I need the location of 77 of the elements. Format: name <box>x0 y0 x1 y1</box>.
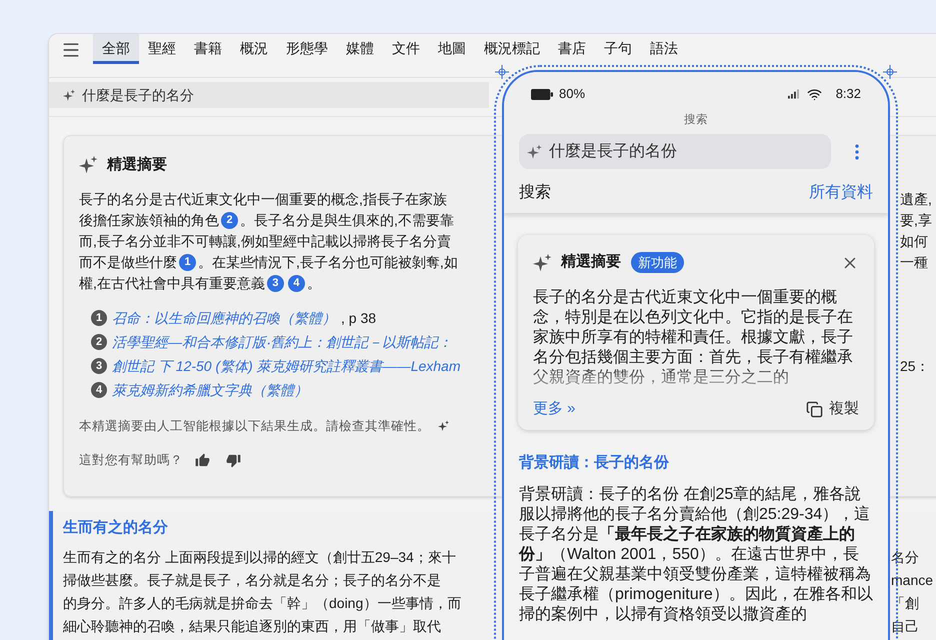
sparkle-icon <box>533 252 553 272</box>
summary-text: 而,長子名分並非不可轉讓,例如聖經中記載以掃將長子名分賣 <box>79 232 451 250</box>
citation-badge[interactable]: 3 <box>266 274 284 292</box>
screen-title: 搜索 <box>683 112 709 128</box>
new-feature-badge: 新功能 <box>631 252 684 274</box>
search-text: 什麼是長子的名份 <box>549 142 677 162</box>
summary-text: 權,在古代社會中具有重要意義 <box>79 274 265 292</box>
section-text: 細心聆聽神的召喚，結果只能追逐別的東西，用「做事」取代 <box>63 616 442 636</box>
scope-label: 搜索 <box>519 182 551 204</box>
reference-number: 4 <box>91 382 107 398</box>
tab[interactable]: 語法 <box>641 34 687 64</box>
thumbs-up-icon[interactable] <box>195 453 210 468</box>
sparkle-icon <box>527 144 543 160</box>
wifi-icon <box>806 86 822 102</box>
section-text: mance <box>891 570 934 590</box>
reference-link[interactable]: 活學聖經—和合本修訂版‧舊約上：創世記－以斯帖記： <box>112 332 452 352</box>
section-text: 生而有之的名分 上面兩段提到以掃的經文（創廿五29–34；來十 <box>63 548 457 566</box>
query-text: 什麼是長子的名分 <box>82 86 194 104</box>
summary-text: 長子的名分是古代近東文化中一個重要的概念,指長子在家族 <box>79 190 447 208</box>
summary-title: 精選摘要 <box>561 252 621 272</box>
tab[interactable]: 全部 <box>93 34 139 64</box>
clock-time: 8:32 <box>836 85 861 104</box>
crosshair-icon <box>883 65 897 79</box>
summary-text: 而不是做些什麼 <box>79 252 177 272</box>
page-reference: , p 38 <box>341 308 376 328</box>
crosshair-icon <box>495 65 509 79</box>
signal-icon <box>788 89 799 99</box>
tab[interactable]: 概況 <box>231 34 277 64</box>
citation-badge[interactable]: 1 <box>179 254 196 270</box>
tab[interactable]: 文件 <box>383 34 429 64</box>
reference-number: 1 <box>91 310 107 326</box>
query-bar[interactable]: 什麼是長子的名分 <box>49 82 489 108</box>
tab[interactable]: 書店 <box>549 34 595 64</box>
section-text: 掃做些甚麼。長子就是長子，名分就是名分；長子的名分不是 <box>63 570 442 590</box>
tab[interactable]: 形態學 <box>277 34 337 64</box>
thumbs-down-icon[interactable] <box>226 453 241 468</box>
tab[interactable]: 概況標記 <box>475 34 549 64</box>
sparkle-icon <box>63 88 76 102</box>
summary-text: 後擔任家族領袖的角色 <box>79 210 219 230</box>
scope-selector[interactable]: 所有資料 <box>809 181 873 206</box>
summary-text: 如何 <box>900 232 928 250</box>
summary-text: 。在某些情況下,長子名分也可能被剝奪,如 <box>198 252 458 272</box>
summary-text: 長子的名分是古代近東文化中一個重要的概念，特別是在以色列文化中。它指的是長子在家族中所享有的特權和責任。根據文獻，長子名分包括幾個主要方面：首先，長子有權繼承父親資產的雙份，通常是三分之二的 <box>533 288 854 388</box>
battery-percent: 80% <box>559 85 586 104</box>
section-text: 的身分。許多人的毛病就是拚命去「幹」（doing）一些事情，而 <box>63 594 462 613</box>
article-title[interactable]: 背景研讀：長子的名份 <box>519 452 873 475</box>
battery-icon <box>531 88 553 100</box>
reference-link[interactable]: 萊克姆新約希臘文字典（繁體） <box>112 380 308 400</box>
feedback-prompt: 這對您有幫助嗎？ <box>79 452 183 470</box>
tab[interactable]: 書籍 <box>185 34 231 64</box>
section-title[interactable]: 生而有之的名分 <box>63 517 168 540</box>
summary-text: 要,享 <box>900 210 932 230</box>
tab[interactable]: 地圖 <box>429 34 475 64</box>
more-link[interactable]: 更多 » <box>533 398 576 420</box>
summary-text: 遺產, <box>900 190 932 208</box>
summary-text: 一種 <box>900 252 928 272</box>
tab[interactable]: 子句 <box>595 34 641 64</box>
summary-title: 精選摘要 <box>107 155 167 175</box>
search-field[interactable]: 什麼是長子的名份 <box>519 134 831 170</box>
reference-link[interactable]: 創世記 下 12-50 (繁体) 萊克姆研究註釋叢書——Lexham <box>112 356 460 376</box>
reference-number: 3 <box>91 358 107 374</box>
tab[interactable]: 媒體 <box>337 34 383 64</box>
summary-text: 。 <box>306 274 321 292</box>
tab[interactable]: 聖經 <box>139 34 185 64</box>
reference-text: 25： <box>900 356 930 376</box>
copy-icon <box>806 400 823 418</box>
disclaimer-text: 本精選摘要由人工智能根據以下結果生成。請檢查其準確性。 <box>79 418 430 434</box>
reference-number: 2 <box>91 334 107 350</box>
citation-badge[interactable]: 2 <box>221 212 238 228</box>
reference-link[interactable]: 召命：以生命回應神的召喚（繁體） <box>112 308 336 328</box>
summary-text: 。長子名分是與生俱來的,不需要靠 <box>240 210 454 230</box>
copy-button[interactable]: 複製 <box>806 398 859 420</box>
section-text: 「創 <box>891 594 919 612</box>
sparkle-icon <box>438 420 450 432</box>
citation-badge[interactable]: 4 <box>288 274 305 292</box>
sparkle-icon <box>79 155 99 176</box>
article-text: 背景研讀：長子的名份 在創25章的結尾，雅各說服以掃將他的長子名分賣給他（創25:29-34），這長子名分是「最年長之子在家族的物質資產上的份」（Walton 2001，550）。在遠古世界中，長子普遍在父親基業中領受雙份產業，這特權被稱為長子繼承權（primogeniture）。因此，在雅各和以掃的案例中，以掃有資格領受以撒資產的 <box>519 484 873 625</box>
